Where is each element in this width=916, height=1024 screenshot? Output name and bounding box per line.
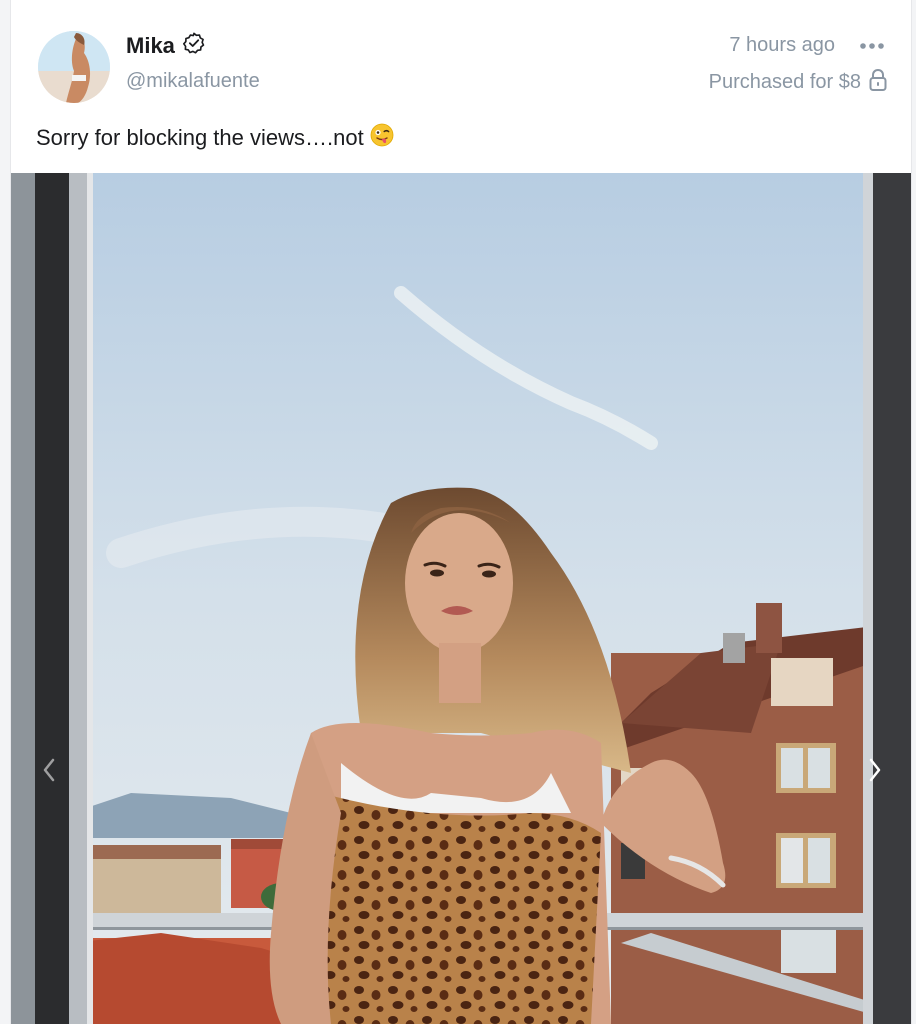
avatar[interactable] — [38, 31, 110, 103]
more-options-icon — [859, 37, 885, 55]
caption-text: Sorry for blocking the views….not — [36, 125, 364, 150]
chevron-left-icon — [42, 758, 56, 787]
verified-badge-icon — [182, 32, 205, 59]
post-timestamp: 7 hours ago — [729, 34, 835, 56]
purchase-status: Purchased for $8 — [708, 68, 887, 96]
post-card: Mika @mikalafuente 7 hours ago Purchased… — [10, 0, 912, 1024]
winking-tongue-emoji-icon — [370, 123, 394, 153]
author-handle[interactable]: @mikalafuente — [126, 70, 260, 93]
chevron-right-icon — [868, 758, 882, 787]
next-media-button[interactable] — [863, 752, 887, 792]
post-media-image[interactable] — [11, 173, 911, 1024]
author-name-row: Mika — [126, 32, 205, 59]
purchase-label: Purchased for $8 — [708, 71, 861, 93]
author-name[interactable]: Mika — [126, 33, 175, 59]
lock-icon — [869, 68, 887, 96]
post-caption: Sorry for blocking the views….not 😜 — [36, 123, 394, 153]
previous-media-button[interactable] — [37, 752, 61, 792]
more-options-button[interactable] — [858, 34, 886, 58]
